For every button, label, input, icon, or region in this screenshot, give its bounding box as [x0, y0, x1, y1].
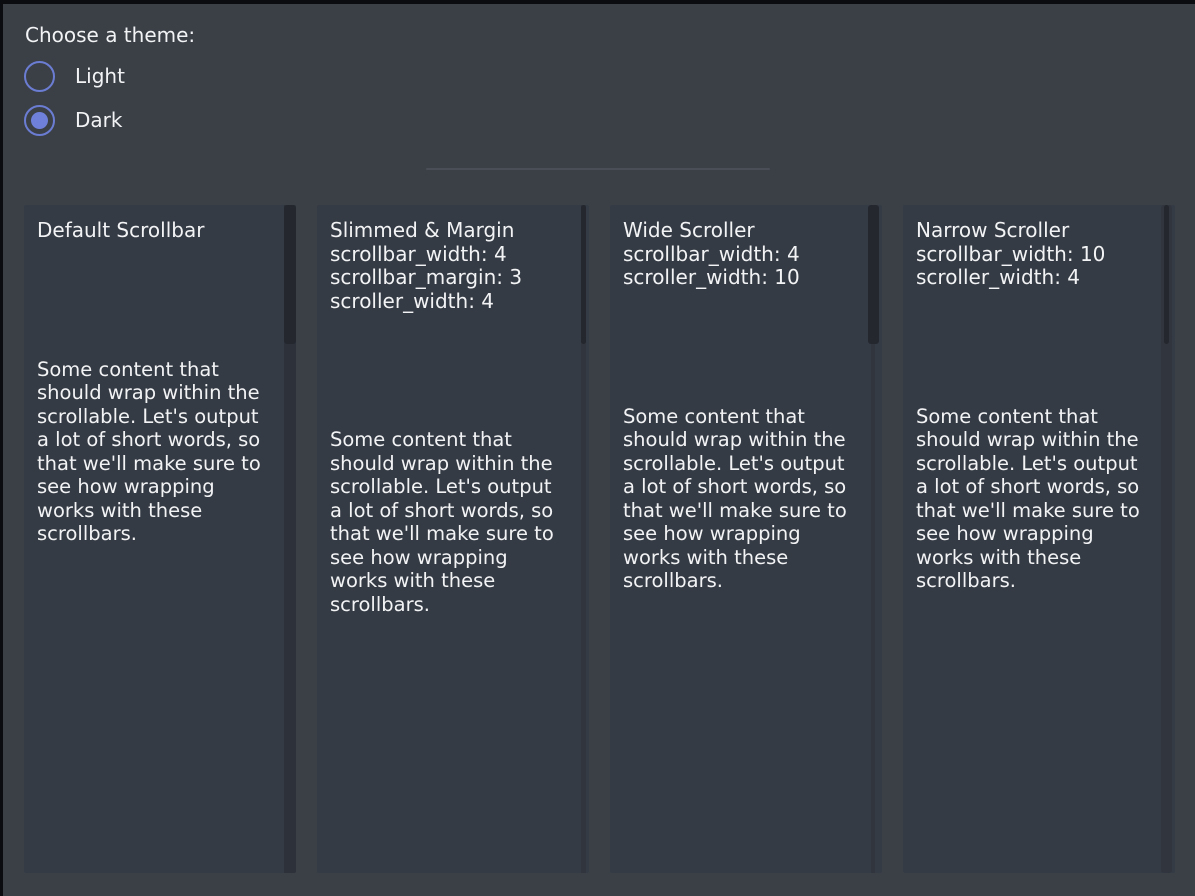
body-line: scrollable. Let's output	[330, 475, 576, 499]
body-line: should wrap within the	[330, 452, 576, 476]
panel-body: Some content that should wrap within the…	[623, 405, 869, 593]
body-line: see how wrapping	[37, 475, 283, 499]
config-line: scrollbar_margin: 3	[330, 266, 576, 290]
body-line: works with these	[916, 546, 1162, 570]
radio-selected-icon[interactable]	[24, 105, 55, 136]
scrollbar-thumb[interactable]	[1164, 205, 1169, 344]
body-line: Some content that	[623, 405, 869, 429]
radio-option-dark[interactable]: Dark	[24, 105, 122, 136]
config-line: scroller_width: 4	[916, 266, 1162, 290]
scrollbar-thumb[interactable]	[581, 205, 586, 344]
scrollable-default[interactable]: Default Scrollbar Some content that shou…	[24, 205, 296, 873]
body-line: that we'll make sure to	[37, 452, 283, 476]
body-line: that we'll make sure to	[916, 499, 1162, 523]
body-line: Some content that	[37, 358, 283, 382]
body-line: works with these	[623, 546, 869, 570]
body-line: works with these	[330, 569, 576, 593]
radio-option-dark-label: Dark	[75, 105, 122, 136]
scrollable-wide-scroller[interactable]: Wide Scroller scrollbar_width: 4 scrolle…	[610, 205, 882, 873]
body-line: a lot of short words, so	[330, 499, 576, 523]
radio-option-light[interactable]: Light	[24, 61, 125, 92]
config-line: scroller_width: 10	[623, 266, 869, 290]
horizontal-divider	[426, 168, 770, 170]
body-line: Some content that	[330, 428, 576, 452]
radio-unselected-icon[interactable]	[24, 61, 55, 92]
body-line: scrollable. Let's output	[916, 452, 1162, 476]
radio-option-light-label: Light	[75, 61, 125, 92]
body-line: scrollbars.	[623, 569, 869, 593]
config-line: scrollbar_width: 4	[330, 243, 576, 267]
panel-title: Slimmed & Margin	[330, 219, 576, 243]
panel-title: Wide Scroller	[623, 219, 869, 243]
panel-title: Default Scrollbar	[37, 219, 283, 243]
body-line: should wrap within the	[37, 381, 283, 405]
body-line: scrollbars.	[916, 569, 1162, 593]
window-border-top	[0, 0, 1195, 4]
body-line: that we'll make sure to	[330, 522, 576, 546]
panel-body: Some content that should wrap within the…	[330, 428, 576, 616]
panel-body: Some content that should wrap within the…	[916, 405, 1162, 593]
body-line: works with these	[37, 499, 283, 523]
window-border-left	[0, 0, 3, 896]
panel-body: Some content that should wrap within the…	[37, 358, 283, 546]
body-line: scrollbars.	[330, 593, 576, 617]
scrollable-slimmed-margin[interactable]: Slimmed & Margin scrollbar_width: 4 scro…	[317, 205, 589, 873]
body-line: see how wrapping	[623, 522, 869, 546]
body-line: Some content that	[916, 405, 1162, 429]
body-line: scrollable. Let's output	[37, 405, 283, 429]
config-line: scroller_width: 4	[330, 290, 576, 314]
panel-title: Narrow Scroller	[916, 219, 1162, 243]
scrollables-row: Default Scrollbar Some content that shou…	[24, 205, 1175, 873]
scrollbar-thumb[interactable]	[868, 205, 879, 344]
body-line: see how wrapping	[330, 546, 576, 570]
body-line: should wrap within the	[623, 428, 869, 452]
body-line: a lot of short words, so	[623, 475, 869, 499]
scrollbar-thumb[interactable]	[284, 205, 296, 344]
body-line: a lot of short words, so	[37, 428, 283, 452]
body-line: a lot of short words, so	[916, 475, 1162, 499]
config-line: scrollbar_width: 4	[623, 243, 869, 267]
radio-dot-icon	[31, 112, 48, 129]
body-line: scrollable. Let's output	[623, 452, 869, 476]
body-line: should wrap within the	[916, 428, 1162, 452]
body-line: see how wrapping	[916, 522, 1162, 546]
scrollable-narrow-scroller[interactable]: Narrow Scroller scrollbar_width: 10 scro…	[903, 205, 1175, 873]
body-line: that we'll make sure to	[623, 499, 869, 523]
body-line: scrollbars.	[37, 522, 283, 546]
config-line: scrollbar_width: 10	[916, 243, 1162, 267]
theme-chooser-label: Choose a theme:	[25, 23, 195, 47]
